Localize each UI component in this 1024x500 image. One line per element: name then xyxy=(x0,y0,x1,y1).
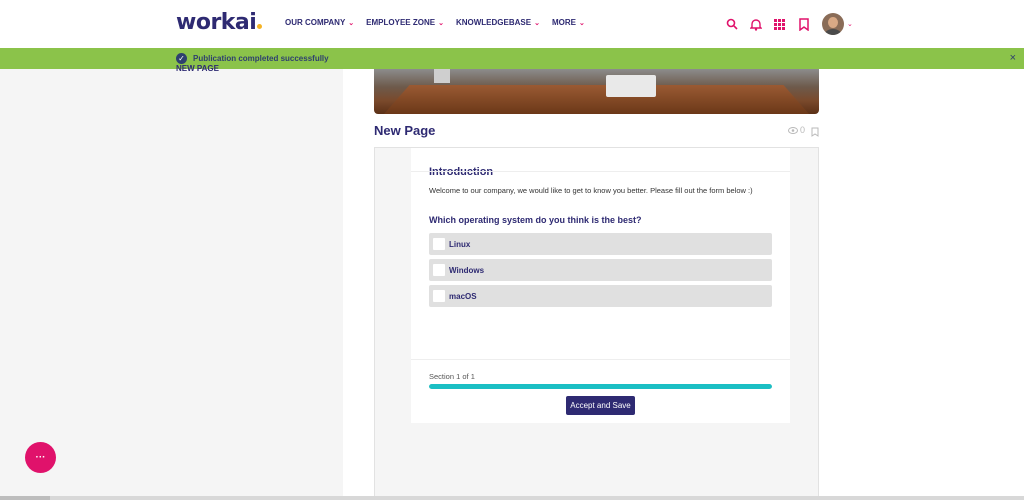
nav-label: MORE xyxy=(551,18,576,27)
apps-grid-icon[interactable] xyxy=(772,17,787,32)
view-count: 0 xyxy=(800,125,806,135)
sidebar-item-new-page[interactable]: NEW PAGE xyxy=(176,64,219,73)
logo-text: workai xyxy=(176,10,257,35)
section-progress-text: Section 1 of 1 xyxy=(429,372,475,381)
progress-bar xyxy=(429,384,772,389)
banner-message: Publication completed successfully xyxy=(193,54,329,63)
top-navigation: workai OUR COMPANY ⌄ EMPLOYEE ZONE ⌄ KNO… xyxy=(0,0,1024,48)
divider xyxy=(411,359,790,360)
checkbox[interactable] xyxy=(433,290,445,302)
avatar[interactable] xyxy=(822,13,844,35)
workai-logo[interactable]: workai xyxy=(176,10,263,35)
header-actions: ⌄ xyxy=(724,13,853,35)
nav-knowledgebase[interactable]: KNOWLEDGEBASE ⌄ xyxy=(456,18,540,27)
bell-icon[interactable] xyxy=(748,17,763,32)
hero-laptop xyxy=(606,75,656,97)
nav-more[interactable]: MORE ⌄ xyxy=(552,18,585,27)
section-title: Introduction xyxy=(429,166,494,178)
chevron-down-icon: ⌄ xyxy=(534,19,540,27)
option-linux[interactable]: Linux xyxy=(429,233,772,255)
logo-dot xyxy=(257,24,263,29)
option-label: Linux xyxy=(449,240,471,249)
success-banner: ✓ Publication completed successfully × xyxy=(0,48,1024,69)
checkbox[interactable] xyxy=(433,264,445,276)
scrollbar-thumb[interactable] xyxy=(0,496,50,500)
hero-image xyxy=(374,69,819,114)
left-sidebar: NEW PAGE xyxy=(0,64,343,500)
main-menu: OUR COMPANY ⌄ EMPLOYEE ZONE ⌄ KNOWLEDGEB… xyxy=(285,18,585,27)
eye-icon xyxy=(788,126,798,134)
nav-employee-zone[interactable]: EMPLOYEE ZONE ⌄ xyxy=(366,18,444,27)
bookmark-icon[interactable] xyxy=(796,17,811,32)
welcome-text: Welcome to our company, we would like to… xyxy=(429,186,753,195)
nav-label: KNOWLEDGEBASE xyxy=(455,18,532,27)
question-text: Which operating system do you think is t… xyxy=(429,215,642,225)
page-title: New Page xyxy=(374,123,436,138)
progress-fill xyxy=(429,384,772,389)
checkbox[interactable] xyxy=(433,238,445,250)
chevron-down-icon: ⌄ xyxy=(348,19,355,27)
accept-and-save-button[interactable]: Accept and Save xyxy=(566,396,635,415)
option-macos[interactable]: macOS xyxy=(429,285,772,307)
option-label: Windows xyxy=(449,266,485,275)
check-circle-icon: ✓ xyxy=(176,53,187,64)
survey-form: Introduction Welcome to our company, we … xyxy=(411,148,790,423)
view-counter: 0 xyxy=(788,125,805,135)
bookmark-page-icon[interactable] xyxy=(811,124,819,142)
nav-label: OUR COMPANY xyxy=(285,18,346,27)
chevron-down-icon[interactable]: ⌄ xyxy=(847,20,853,28)
close-icon[interactable]: × xyxy=(1010,52,1016,64)
hero-desk xyxy=(384,85,809,114)
nav-our-company[interactable]: OUR COMPANY ⌄ xyxy=(285,18,354,27)
horizontal-scrollbar[interactable] xyxy=(0,496,1024,500)
option-windows[interactable]: Windows xyxy=(429,259,772,281)
search-icon[interactable] xyxy=(724,17,739,32)
chevron-down-icon: ⌄ xyxy=(438,19,444,27)
nav-label: EMPLOYEE ZONE xyxy=(366,18,436,27)
hero-lamp xyxy=(434,69,450,83)
floating-action-button[interactable]: ··· xyxy=(25,442,56,473)
divider xyxy=(411,171,790,172)
option-label: macOS xyxy=(449,292,477,301)
chevron-down-icon: ⌄ xyxy=(578,19,585,27)
